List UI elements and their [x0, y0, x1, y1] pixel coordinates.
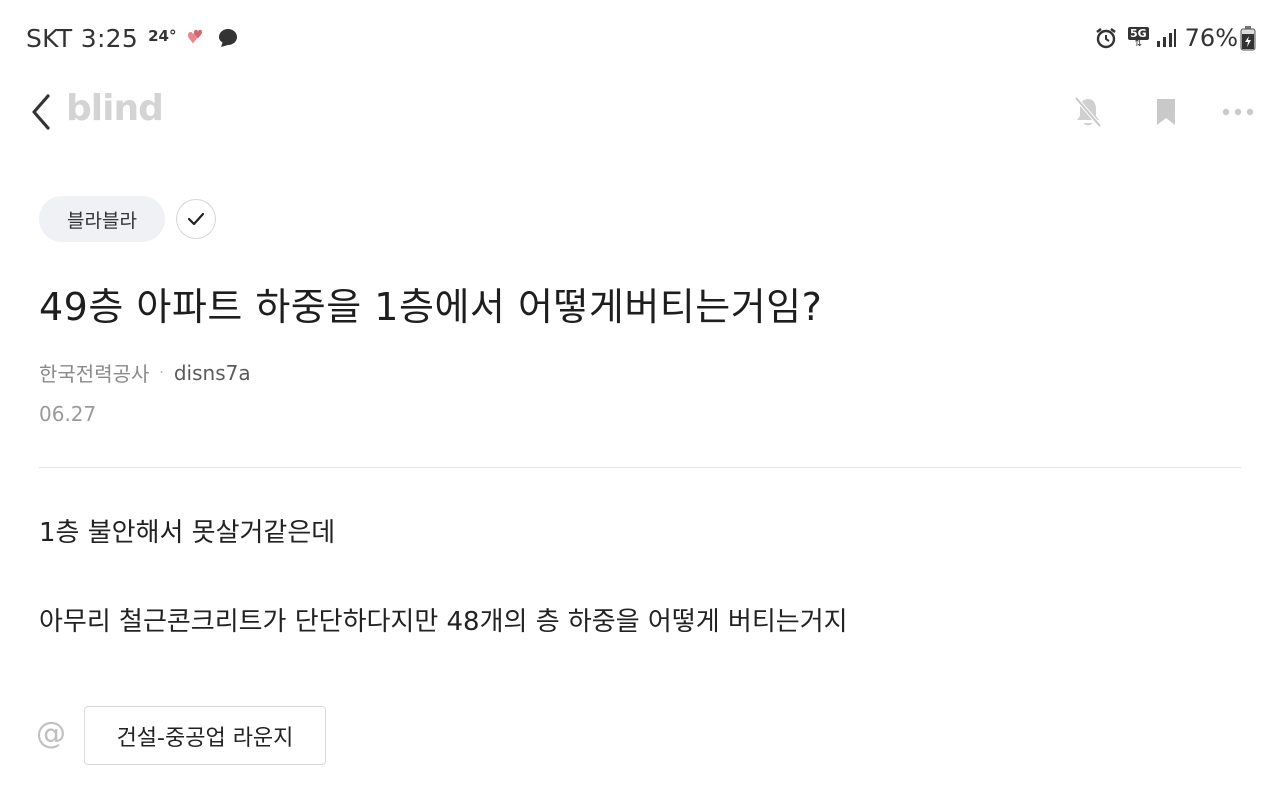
carrier-time: SKT 3:25 [26, 23, 139, 53]
temperature: 24° [148, 27, 177, 45]
post-body-line: 1층 불안해서 못살거같은데 [39, 518, 336, 548]
signal-icon [1155, 27, 1177, 49]
bookmark-icon [1157, 99, 1175, 125]
app-bar: blind [0, 80, 1280, 144]
post-body-line: 아무리 철근콘크리트가 단단하다지만 48개의 층 하중을 어떻게 버티는거지 [39, 607, 848, 637]
post-title: 49층 아파트 하중을 1층에서 어떻게버티는거임? [39, 285, 823, 329]
meta-separator: · [159, 364, 164, 381]
check-icon [187, 212, 205, 226]
back-chevron-icon [32, 94, 50, 130]
username[interactable]: disns7a [174, 361, 251, 385]
hearts-icon [182, 27, 208, 49]
notification-off-icon [1074, 96, 1102, 128]
post-date: 06.27 [39, 402, 97, 426]
status-right: 5G ⇅ 76% [1094, 22, 1256, 54]
divider [39, 467, 1241, 468]
at-icon: @ [36, 716, 66, 751]
battery-level: 76% [1184, 24, 1238, 52]
company-name[interactable]: 한국전력공사 [39, 358, 149, 387]
status-bar: SKT 3:25 24° 5G ⇅ 76% [0, 0, 1280, 76]
notification-toggle-button[interactable] [1070, 92, 1106, 132]
brand-logo: blind [66, 88, 164, 129]
more-button[interactable] [1218, 92, 1258, 132]
battery-icon [1240, 25, 1256, 51]
board-chip[interactable]: 블라블라 [39, 196, 165, 242]
bookmark-button[interactable] [1150, 92, 1182, 132]
network-5g-icon: 5G ⇅ [1127, 27, 1149, 49]
verified-badge[interactable] [176, 199, 216, 239]
topic-lounge-button[interactable]: 건설-중공업 라운지 [84, 706, 326, 765]
alarm-icon [1094, 26, 1118, 50]
back-button[interactable] [26, 90, 56, 134]
more-icon [1222, 108, 1254, 116]
message-icon [216, 26, 240, 50]
post-meta: 한국전력공사 · disns7a [39, 358, 251, 387]
status-left: SKT 3:25 24° [26, 22, 240, 54]
